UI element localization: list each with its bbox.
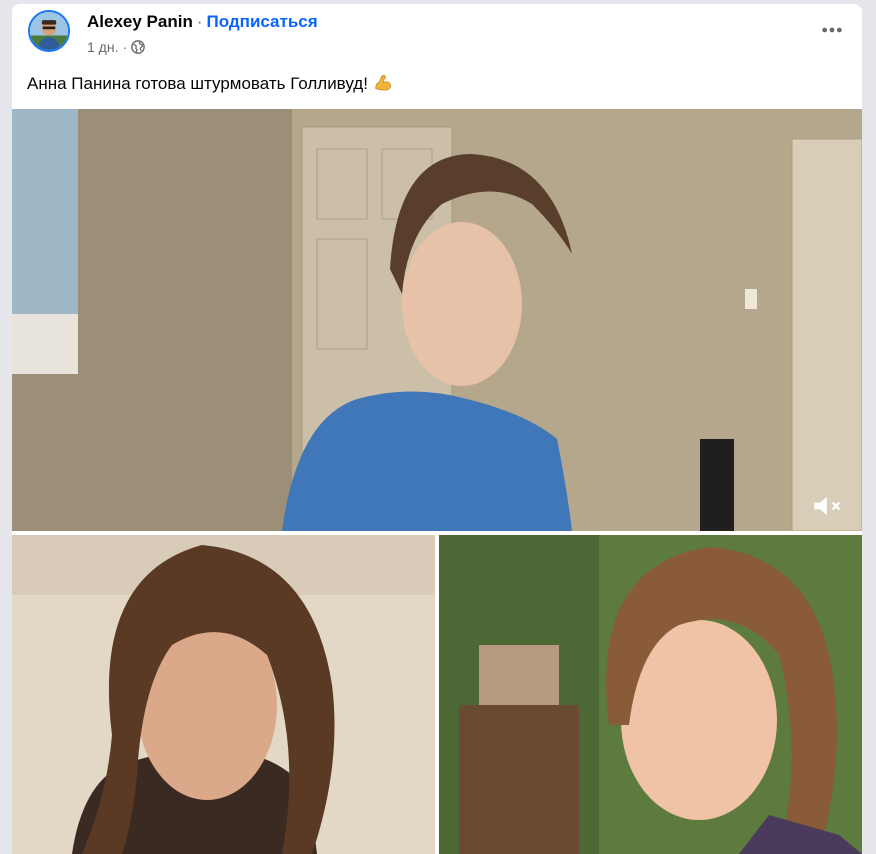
photo-image [439,535,862,854]
name-separator: · [196,12,203,31]
more-options-icon [822,27,842,33]
globe-icon[interactable] [131,40,145,54]
name-line: Alexey Panin · Подписаться [87,12,318,32]
post-timestamp[interactable]: 1 дн. [87,39,118,55]
post-text: Анна Панина готова штурмовать Голливуд! [27,74,368,93]
photo-tile[interactable] [12,535,435,854]
author-name[interactable]: Alexey Panin [87,12,193,31]
media-grid [12,109,862,854]
photo-tile[interactable] [439,535,862,854]
photo-image [12,535,435,854]
author-avatar[interactable] [28,10,70,52]
subscribe-button[interactable]: Подписаться [207,12,318,31]
post-card: Alexey Panin · Подписаться 1 дн. · Анна Пан… [12,4,862,854]
post-meta: 1 дн. · [87,38,145,56]
flexed-biceps-icon [372,72,394,94]
mute-button[interactable] [812,493,844,519]
video-player[interactable] [12,109,862,531]
avatar-image [30,12,68,50]
meta-separator: · [122,39,128,55]
post-header: Alexey Panin · Подписаться 1 дн. · [12,4,862,68]
more-options-button[interactable] [816,18,848,42]
video-frame [12,109,862,531]
post-message: Анна Панина готова штурмовать Голливуд! [27,72,394,95]
speaker-muted-icon [814,496,841,516]
